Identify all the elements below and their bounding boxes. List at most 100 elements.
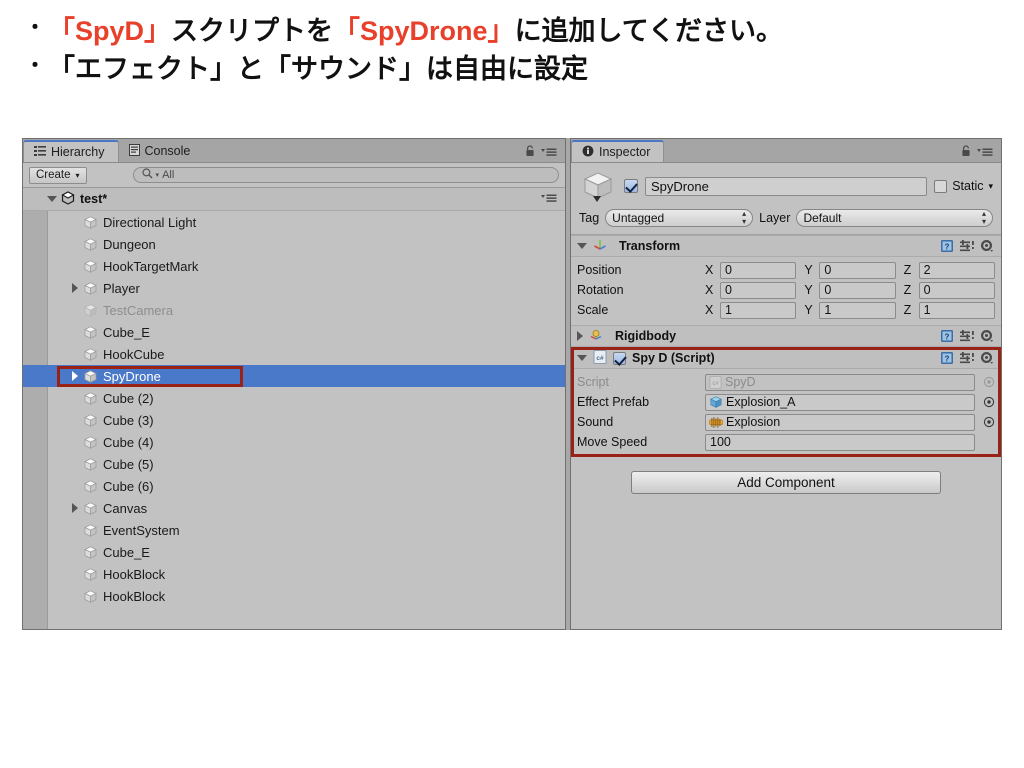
gear-icon[interactable] bbox=[980, 239, 994, 256]
expand-triangle-icon[interactable] bbox=[577, 331, 583, 341]
static-toggle[interactable]: Static ▾ bbox=[934, 179, 993, 193]
expand-triangle-icon[interactable] bbox=[72, 371, 78, 381]
help-book-icon[interactable]: ? bbox=[940, 329, 954, 346]
gameobject-cube-icon bbox=[83, 259, 98, 274]
axis-label-y: Y bbox=[804, 283, 813, 297]
gameobject-name-field[interactable]: SpyDrone bbox=[645, 176, 928, 196]
lock-icon[interactable] bbox=[961, 144, 971, 162]
scale-y-field[interactable]: 1 bbox=[819, 301, 896, 319]
object-picker-icon[interactable] bbox=[982, 396, 995, 409]
hierarchy-item-cube-4[interactable]: Cube (4) bbox=[23, 431, 565, 453]
preset-icon[interactable] bbox=[960, 329, 974, 346]
component-header-rigidbody[interactable]: Rigidbody ? bbox=[571, 325, 1001, 347]
hierarchy-item-directional-light[interactable]: Directional Light bbox=[23, 211, 565, 233]
hierarchy-item-cube-e[interactable]: Cube_E bbox=[23, 321, 565, 343]
preset-icon[interactable] bbox=[960, 239, 974, 256]
component-header-spyd[interactable]: c# Spy D (Script) ? bbox=[571, 347, 1001, 369]
gameobject-cube-icon bbox=[83, 589, 98, 604]
search-filter-arrow: ▾ bbox=[155, 172, 160, 179]
tag-dropdown[interactable]: Untagged ▴ ▾ bbox=[605, 209, 754, 227]
object-picker-icon[interactable] bbox=[982, 376, 995, 389]
hierarchy-item-testcamera[interactable]: TestCamera bbox=[23, 299, 565, 321]
tab-inspector[interactable]: Inspector bbox=[571, 140, 665, 162]
layer-value: Default bbox=[803, 211, 842, 225]
tab-hierarchy[interactable]: Hierarchy bbox=[23, 140, 119, 162]
hierarchy-item-hookblock[interactable]: HookBlock bbox=[23, 563, 565, 585]
axis-label-z: Z bbox=[903, 283, 912, 297]
collapse-triangle-icon[interactable] bbox=[577, 243, 587, 249]
svg-text:?: ? bbox=[945, 355, 950, 364]
gear-icon[interactable] bbox=[980, 329, 994, 346]
rotation-z-field[interactable]: 0 bbox=[918, 281, 995, 299]
gameobject-cube-icon bbox=[83, 545, 98, 560]
hierarchy-item-canvas[interactable]: Canvas bbox=[23, 497, 565, 519]
hierarchy-item-spydrone[interactable]: SpyDrone bbox=[23, 365, 565, 387]
gear-icon[interactable] bbox=[980, 351, 994, 368]
hierarchy-item-hooktargetmark[interactable]: HookTargetMark bbox=[23, 255, 565, 277]
add-component-button[interactable]: Add Component bbox=[631, 471, 941, 494]
hierarchy-item-cube-2[interactable]: Cube (2) bbox=[23, 387, 565, 409]
scale-x-field[interactable]: 1 bbox=[720, 301, 797, 319]
panel-menu-icon[interactable] bbox=[541, 192, 557, 206]
scene-expand-triangle[interactable] bbox=[47, 196, 57, 202]
inspector-panel-controls bbox=[961, 144, 1001, 162]
panel-menu-icon[interactable] bbox=[541, 144, 557, 162]
create-button[interactable]: Create ▾ bbox=[29, 166, 87, 184]
svg-text:c#: c# bbox=[596, 354, 604, 361]
hierarchy-item-hookcube[interactable]: HookCube bbox=[23, 343, 565, 365]
scene-root-row[interactable]: test* bbox=[23, 188, 565, 211]
hierarchy-item-player[interactable]: Player bbox=[23, 277, 565, 299]
bullet-line-2: ・ 「エフェクト」と「サウンド」は自由に設定 bbox=[22, 50, 1002, 88]
search-input[interactable]: ▾ All bbox=[132, 167, 559, 183]
rotation-y-field[interactable]: 0 bbox=[819, 281, 896, 299]
lock-icon[interactable] bbox=[525, 144, 535, 162]
hierarchy-item-eventsystem[interactable]: EventSystem bbox=[23, 519, 565, 541]
spyd-row-sound: Sound Explosion bbox=[577, 412, 995, 432]
layer-dropdown[interactable]: Default ▴ ▾ bbox=[796, 209, 993, 227]
expand-triangle-icon[interactable] bbox=[67, 371, 83, 381]
help-book-icon[interactable]: ? bbox=[940, 239, 954, 256]
updown-arrow-icon: ▴ ▾ bbox=[742, 209, 747, 226]
chevron-down-icon[interactable]: ▾ bbox=[988, 181, 993, 192]
add-component-area: Add Component bbox=[571, 457, 1001, 494]
gameobject-enabled-checkbox[interactable] bbox=[624, 179, 638, 193]
hierarchy-item-cube-6[interactable]: Cube (6) bbox=[23, 475, 565, 497]
bullet-marker: ・ bbox=[25, 55, 45, 78]
object-picker-icon[interactable] bbox=[982, 416, 995, 429]
effect-prefab-field[interactable]: Explosion_A bbox=[705, 393, 975, 411]
hierarchy-item-cube-3[interactable]: Cube (3) bbox=[23, 409, 565, 431]
component-name-transform: Transform bbox=[619, 239, 681, 253]
preset-icon[interactable] bbox=[960, 351, 974, 368]
axis-label-y: Y bbox=[804, 303, 813, 317]
expand-triangle-icon[interactable] bbox=[67, 503, 83, 513]
hierarchy-item-hookblock[interactable]: HookBlock bbox=[23, 585, 565, 607]
position-z-field[interactable]: 2 bbox=[918, 261, 995, 279]
position-x-field[interactable]: 0 bbox=[720, 261, 797, 279]
hierarchy-item-label: Canvas bbox=[103, 500, 148, 516]
expand-triangle-icon[interactable] bbox=[72, 503, 78, 513]
rotation-x-field[interactable]: 0 bbox=[720, 281, 797, 299]
spyd-row-effect-prefab: Effect Prefab Explosion_A bbox=[577, 392, 995, 412]
sound-field[interactable]: Explosion bbox=[705, 413, 975, 431]
hierarchy-tree: Directional Light Dungeon HookTargetMark Pl… bbox=[23, 211, 565, 629]
collapse-triangle-icon[interactable] bbox=[577, 355, 587, 361]
position-y-field[interactable]: 0 bbox=[819, 261, 896, 279]
expand-triangle-icon[interactable] bbox=[67, 283, 83, 293]
hierarchy-item-cube-e[interactable]: Cube_E bbox=[23, 541, 565, 563]
component-tools: ? bbox=[940, 239, 994, 256]
panel-menu-icon[interactable] bbox=[977, 144, 993, 162]
component-header-transform[interactable]: Transform ? bbox=[571, 235, 1001, 257]
static-checkbox[interactable] bbox=[934, 179, 948, 193]
scale-z-field[interactable]: 1 bbox=[918, 301, 995, 319]
help-book-icon[interactable]: ? bbox=[940, 351, 954, 368]
layer-label: Layer bbox=[759, 211, 791, 225]
hierarchy-item-label: SpyDrone bbox=[103, 368, 161, 384]
hierarchy-item-label: HookTargetMark bbox=[103, 258, 199, 274]
expand-triangle-icon[interactable] bbox=[72, 283, 78, 293]
hierarchy-item-cube-5[interactable]: Cube (5) bbox=[23, 453, 565, 475]
tag-label: Tag bbox=[579, 211, 600, 225]
spyd-enabled-checkbox[interactable] bbox=[613, 351, 626, 365]
tab-console[interactable]: Console bbox=[118, 140, 204, 162]
hierarchy-item-dungeon[interactable]: Dungeon bbox=[23, 233, 565, 255]
move-speed-field[interactable]: 100 bbox=[705, 433, 975, 451]
